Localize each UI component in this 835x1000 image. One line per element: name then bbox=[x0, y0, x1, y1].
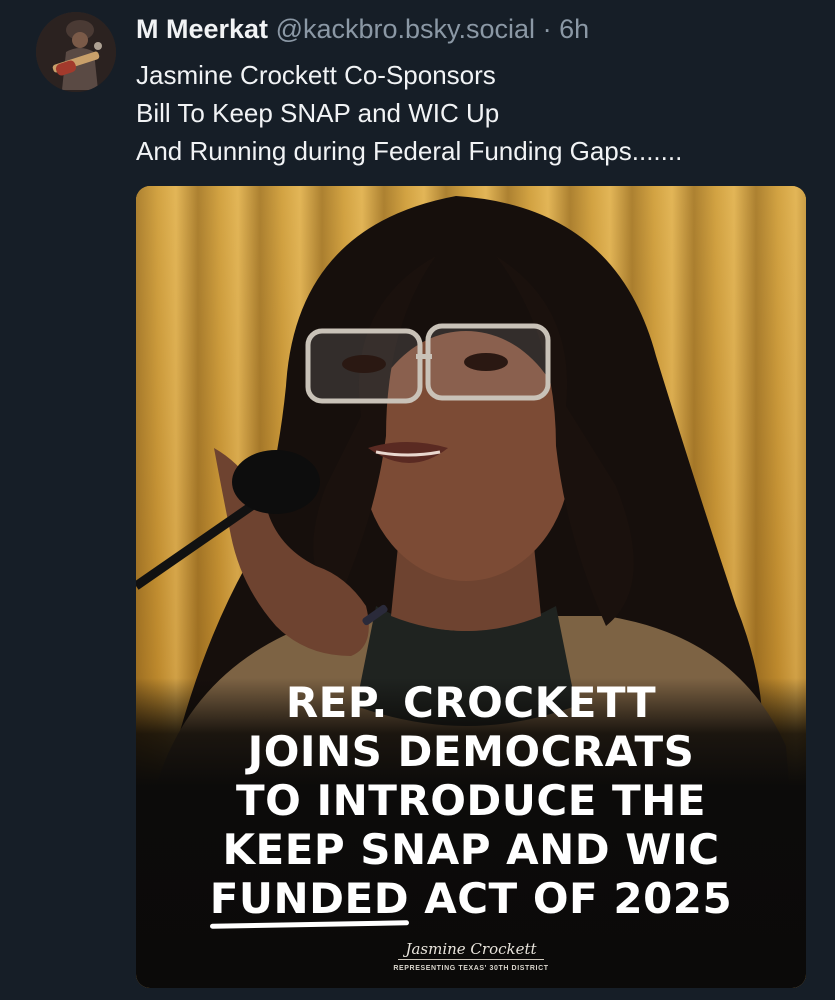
author-avatar[interactable] bbox=[36, 12, 116, 92]
post-text-line: Bill To Keep SNAP and WIC Up bbox=[136, 98, 500, 128]
headline-line: REP. CROCKETT bbox=[285, 678, 657, 727]
image-subtitle: REPRESENTING TEXAS' 30TH DISTRICT bbox=[393, 965, 549, 972]
headline-underlined-word: FUNDED bbox=[209, 874, 410, 923]
headline-line: KEEP SNAP AND WIC bbox=[222, 825, 720, 874]
post-card: M Meerkat @kackbro.bsky.social · 6h Jasm… bbox=[0, 0, 835, 1000]
post-text-line: Jasmine Crockett Co-Sponsors bbox=[136, 60, 496, 90]
image-headline: REP. CROCKETT JOINS DEMOCRATS TO INTRODU… bbox=[136, 678, 806, 923]
post-timestamp[interactable]: 6h bbox=[559, 14, 589, 44]
avatar-image bbox=[36, 12, 116, 92]
post-text: Jasmine Crockett Co-Sponsors Bill To Kee… bbox=[136, 56, 816, 170]
post-header: M Meerkat @kackbro.bsky.social · 6h bbox=[136, 12, 589, 46]
image-signature: Jasmine Crockett bbox=[405, 940, 537, 958]
headline-line: JOINS DEMOCRATS bbox=[247, 727, 695, 776]
headline-line: FUNDED ACT OF 2025 bbox=[136, 874, 806, 923]
meta-separator: · bbox=[542, 14, 552, 44]
post-text-line: And Running during Federal Funding Gaps.… bbox=[136, 136, 683, 166]
author-handle[interactable]: @kackbro.bsky.social bbox=[276, 14, 536, 44]
headline-line: TO INTRODUCE THE bbox=[235, 776, 707, 825]
author-name[interactable]: M Meerkat bbox=[136, 14, 268, 44]
signature-rule bbox=[398, 959, 544, 960]
headline-line-rest: ACT OF 2025 bbox=[409, 874, 733, 923]
post-image[interactable]: REP. CROCKETT JOINS DEMOCRATS TO INTRODU… bbox=[136, 186, 806, 988]
